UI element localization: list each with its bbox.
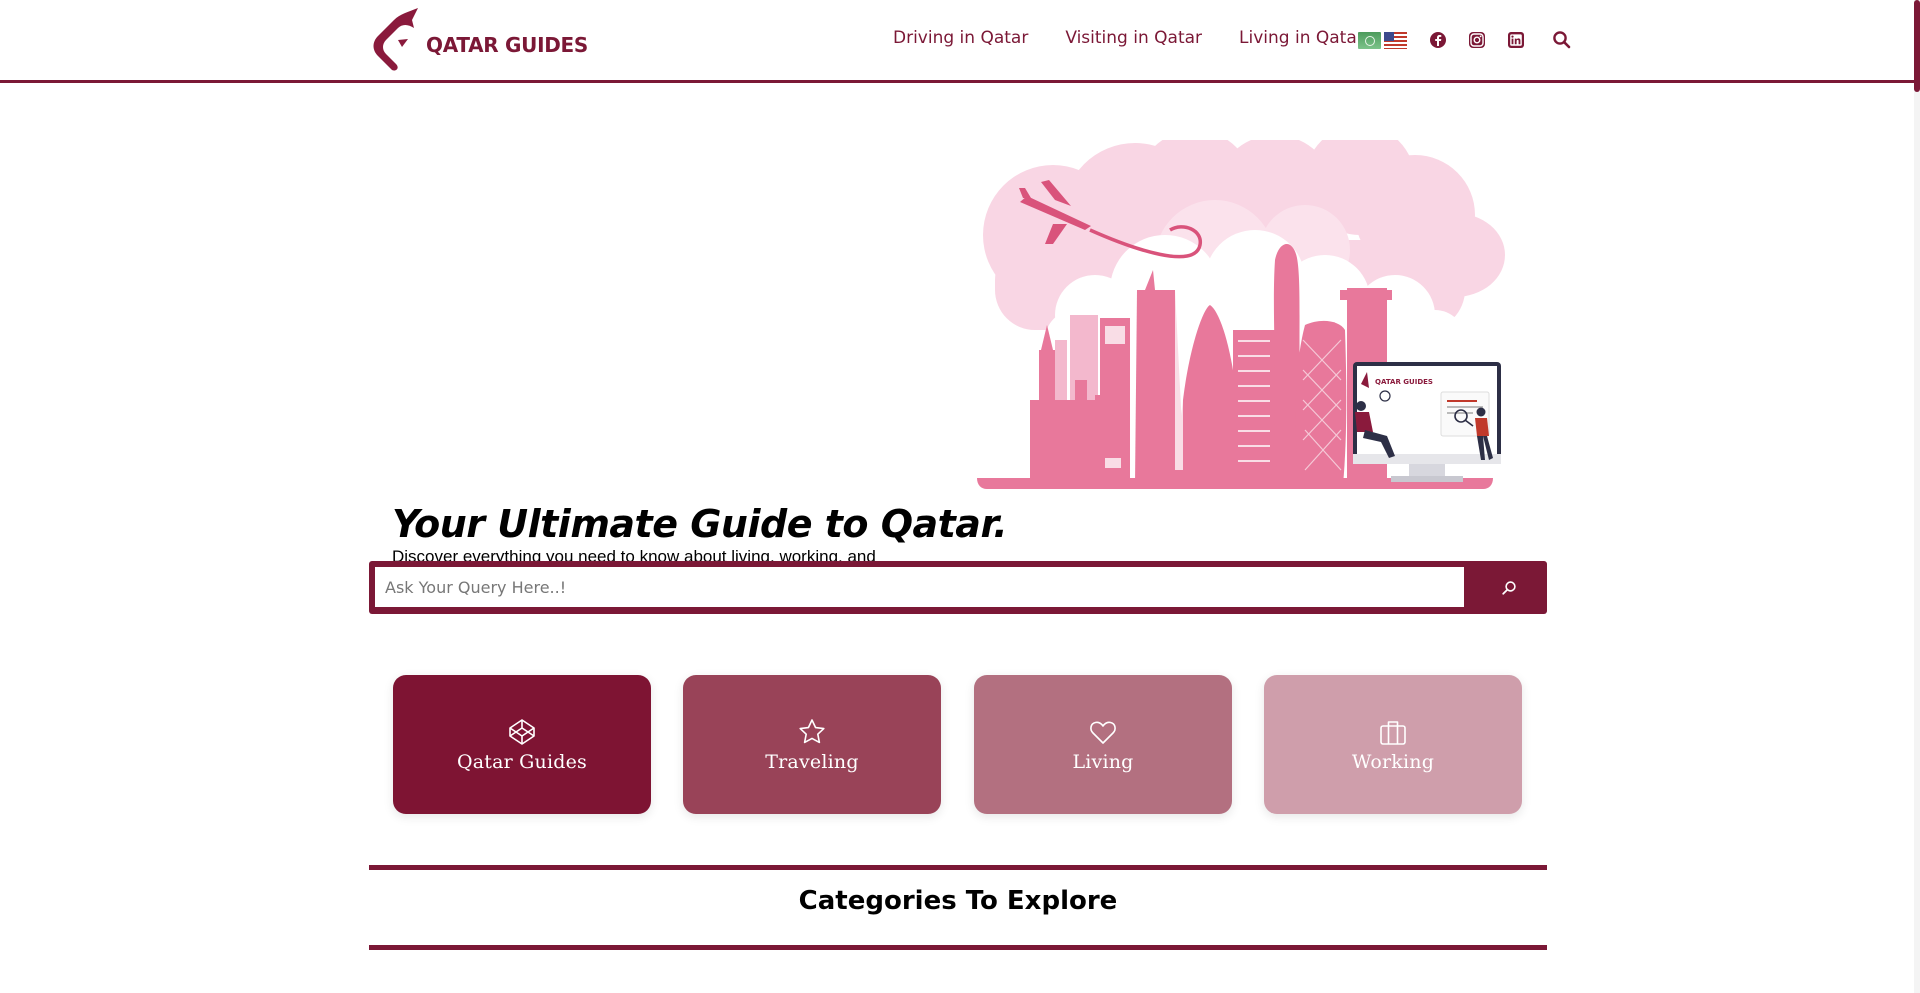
header-search-icon[interactable]: [1552, 30, 1571, 49]
us-flag-icon[interactable]: [1384, 32, 1407, 49]
star-icon: [797, 717, 827, 747]
card-qatar-guides[interactable]: Qatar Guides: [393, 675, 651, 814]
nav-living-in-qatar[interactable]: Living in Qatar: [1239, 28, 1364, 48]
qatar-guides-logo-icon: [373, 8, 418, 71]
categories-top-divider: [369, 865, 1547, 870]
scrollbar-track[interactable]: [1914, 0, 1920, 993]
nav-driving-in-qatar[interactable]: Driving in Qatar: [893, 28, 1028, 48]
site-logo[interactable]: QATAR GUIDES: [372, 6, 588, 72]
scrollbar-thumb[interactable]: [1914, 0, 1920, 92]
card-label: Living: [1072, 750, 1134, 773]
codepen-icon: [507, 717, 537, 747]
hero-subtitle-wrapper: Discover everything you need to know abo…: [392, 547, 952, 562]
brand-name: QATAR GUIDES: [426, 33, 589, 57]
categories-bottom-divider: [369, 945, 1547, 950]
heart-icon: [1088, 717, 1118, 747]
main-nav: Driving in Qatar Visiting in Qatar Livin…: [893, 28, 1364, 48]
nav-visiting-in-qatar[interactable]: Visiting in Qatar: [1065, 28, 1202, 48]
hero-title: Your Ultimate Guide to Qatar.: [392, 502, 1008, 546]
search-input[interactable]: [375, 567, 1464, 607]
card-working[interactable]: Working: [1264, 675, 1522, 814]
header-divider: [0, 80, 1914, 83]
card-label: Working: [1351, 750, 1435, 773]
facebook-icon[interactable]: [1429, 31, 1447, 49]
card-traveling[interactable]: Traveling: [683, 675, 941, 814]
card-label: Traveling: [765, 750, 859, 773]
hero-illustration: QATAR GUIDES: [975, 125, 1505, 490]
search-button[interactable]: [1470, 561, 1547, 614]
search-icon: [1501, 580, 1516, 595]
search-bar: [369, 561, 1547, 614]
hero-subtitle: Discover everything you need to know abo…: [392, 547, 876, 562]
categories-title: Categories To Explore: [798, 886, 1118, 916]
card-label: Qatar Guides: [456, 750, 588, 773]
site-header: QATAR GUIDES Driving in Qatar Visiting i…: [0, 0, 1914, 80]
instagram-icon[interactable]: [1468, 31, 1486, 49]
linkedin-icon[interactable]: [1507, 31, 1525, 49]
svg-text:QATAR GUIDES: QATAR GUIDES: [1375, 378, 1433, 386]
briefcase-icon: [1378, 717, 1408, 747]
card-living[interactable]: Living: [974, 675, 1232, 814]
arabic-flag-icon[interactable]: [1358, 32, 1381, 49]
